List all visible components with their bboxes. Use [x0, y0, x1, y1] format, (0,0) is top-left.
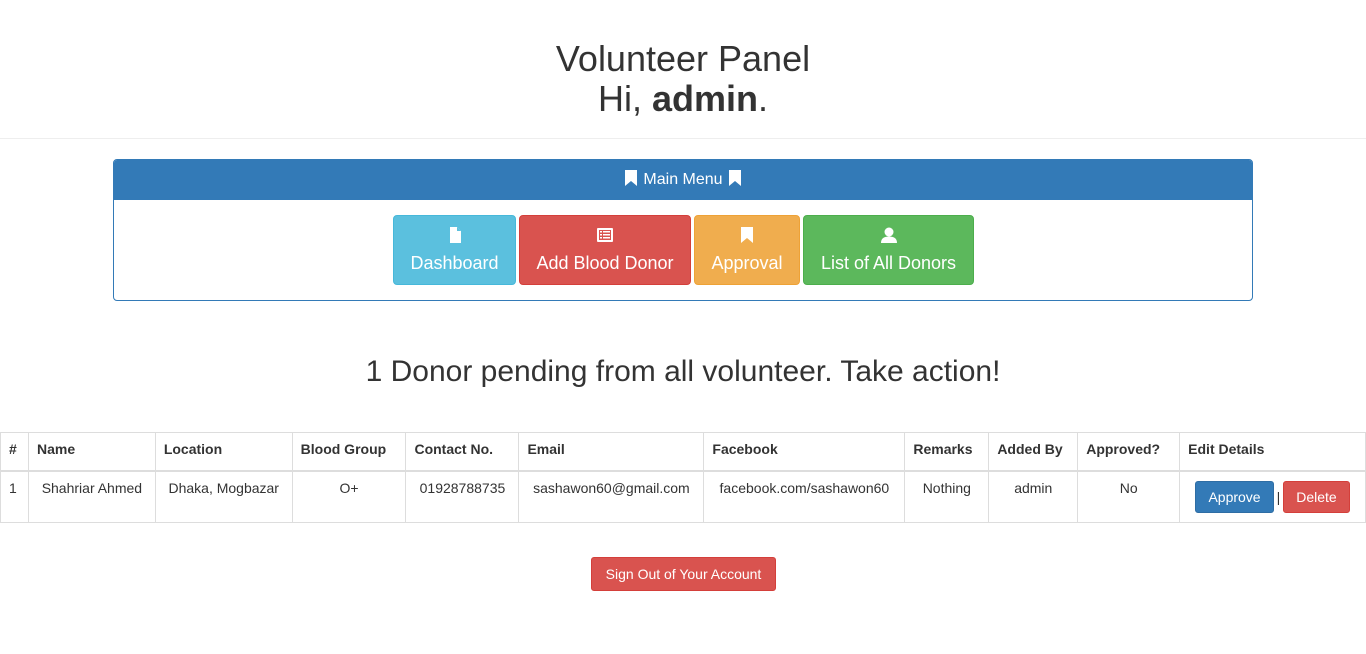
- username: admin: [651, 78, 758, 119]
- list-alt-icon: [520, 226, 690, 246]
- column-header: Edit Details: [1179, 432, 1366, 472]
- column-header: Name: [27, 432, 156, 472]
- user-icon: [804, 226, 973, 246]
- file-icon: [394, 226, 515, 246]
- bookmark-icon: [625, 169, 638, 191]
- column-header: Location: [154, 432, 293, 472]
- table-header-row: # Name Location Blood Group Contact No. …: [0, 432, 1366, 472]
- sign-out-button[interactable]: Sign Out of Your Account: [591, 557, 776, 591]
- page-title: Volunteer Panel: [555, 38, 811, 79]
- main-menu-heading: Main Menu: [114, 160, 1252, 200]
- list-of-all-donors-button-label: List of All Donors: [820, 253, 957, 273]
- edit-details-cell: Approve | Delete: [1179, 470, 1366, 523]
- donor-facebook: facebook.com/sashawon60: [703, 470, 906, 523]
- donor-remarks: Nothing: [904, 470, 990, 523]
- column-header: Email: [518, 432, 705, 472]
- page-header: Volunteer Panel Hi, admin.: [0, 0, 1366, 139]
- delete-button[interactable]: Delete: [1283, 480, 1350, 513]
- column-header: Contact No.: [405, 432, 520, 472]
- bookmark-icon: [728, 169, 741, 191]
- greeting-prefix: Hi,: [597, 78, 652, 119]
- approval-button[interactable]: Approval: [694, 215, 800, 285]
- main-menu-panel: Main Menu Dashboard Add Blood Donor Appr…: [113, 159, 1253, 301]
- table-row: 1 Shahriar Ahmed Dhaka, Mogbazar O+ 0192…: [0, 470, 1366, 523]
- greeting-suffix: .: [758, 78, 769, 119]
- donor-contact: 01928788735: [405, 470, 520, 523]
- donor-name: Shahriar Ahmed: [27, 470, 156, 523]
- column-header: Added By: [988, 432, 1079, 472]
- row-number: 1: [0, 470, 29, 523]
- column-header: Blood Group: [291, 432, 407, 472]
- main-menu-body: Dashboard Add Blood Donor Approval List …: [114, 200, 1252, 300]
- action-separator: |: [1276, 488, 1281, 505]
- list-of-all-donors-button[interactable]: List of All Donors: [803, 215, 974, 285]
- donor-location: Dhaka, Mogbazar: [154, 470, 293, 523]
- dashboard-button-label: Dashboard: [410, 253, 499, 273]
- column-header: #: [0, 432, 29, 472]
- approval-button-label: Approval: [711, 253, 783, 273]
- donor-added-by: admin: [988, 470, 1079, 523]
- dashboard-button[interactable]: Dashboard: [393, 215, 516, 285]
- donor-email: sashawon60@gmail.com: [518, 470, 705, 523]
- approve-button[interactable]: Approve: [1195, 480, 1274, 513]
- pending-message: 1 Donor pending from all volunteer. Take…: [365, 355, 1001, 388]
- column-header: Approved?: [1077, 432, 1181, 472]
- bookmark-icon: [695, 226, 799, 246]
- donor-blood-group: O+: [291, 470, 407, 523]
- donors-table: # Name Location Blood Group Contact No. …: [0, 432, 1366, 523]
- donor-approved-status: No: [1077, 470, 1181, 523]
- column-header: Remarks: [904, 432, 990, 472]
- column-header: Facebook: [703, 432, 906, 472]
- main-menu-title: Main Menu: [643, 171, 723, 188]
- greeting: Hi, admin.: [0, 78, 1366, 120]
- add-blood-donor-button[interactable]: Add Blood Donor: [519, 215, 691, 285]
- add-blood-donor-button-label: Add Blood Donor: [536, 253, 674, 273]
